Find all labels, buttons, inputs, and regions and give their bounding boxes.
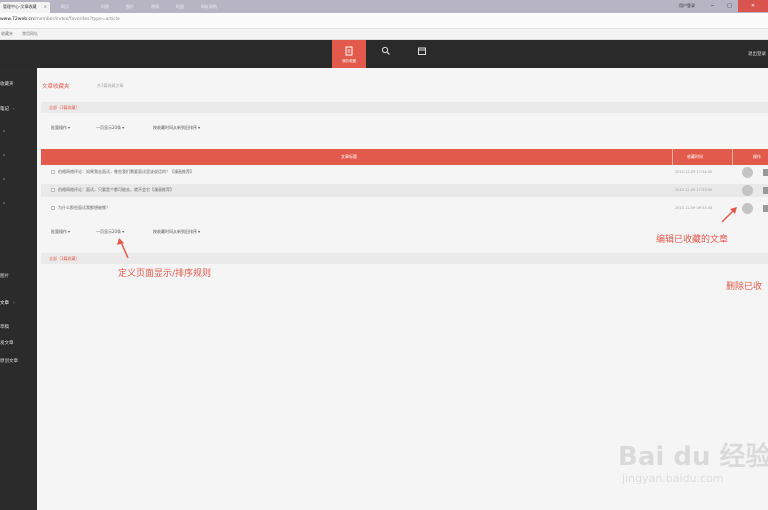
annotation-define: 定义页面显示/排序规则 — [118, 269, 212, 279]
annotation-arrow — [120, 241, 129, 259]
annotation-edit: 编辑已收藏的文章 — [656, 235, 729, 245]
watermark-text: Bai du 经验 — [618, 442, 768, 472]
watermark-subtext: jingyan.baidu.com — [622, 472, 724, 485]
annotation-delete: 删除已收 — [726, 282, 763, 292]
annotation-arrow — [721, 210, 734, 223]
annotation-arrowhead — [117, 238, 124, 245]
baidu-watermark: Bai du 经验 jingyan.baidu.com — [600, 414, 768, 494]
